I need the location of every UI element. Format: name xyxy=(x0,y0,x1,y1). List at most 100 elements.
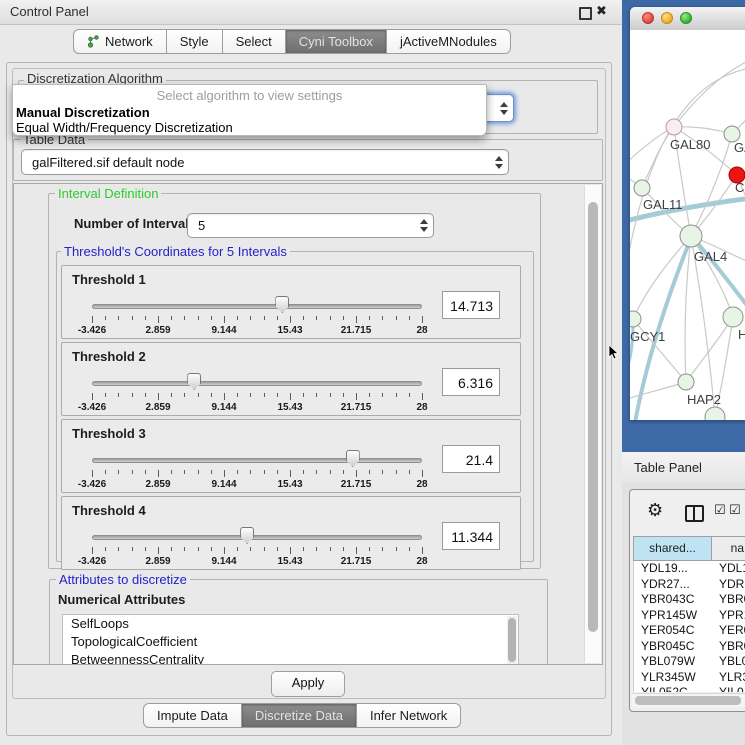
table-row[interactable]: YBR043CYBR0 xyxy=(634,592,745,608)
table-row[interactable]: YER054CYER0 xyxy=(634,623,745,639)
table-row[interactable]: YPR145WYPR1 xyxy=(634,608,745,624)
network-node-hap2[interactable] xyxy=(678,374,694,390)
cell-name[interactable]: YBR0 xyxy=(712,639,745,655)
network-edge[interactable] xyxy=(685,236,691,382)
popup-item-equal-width-frequency[interactable]: Equal Width/Frequency Discretization xyxy=(13,120,486,135)
tab-network[interactable]: Network xyxy=(73,29,167,54)
close-traffic-light-icon[interactable] xyxy=(642,12,654,24)
network-graph[interactable]: GAL80GACGAL11GAL4GCY1HHAP2 xyxy=(630,30,745,420)
network-node-gal4[interactable] xyxy=(680,225,702,247)
popup-item-manual-discretization[interactable]: Manual Discretization xyxy=(13,105,486,120)
slider-track[interactable] xyxy=(92,304,422,309)
threshold-value-field[interactable]: 11.344 xyxy=(442,522,500,550)
tab-impute-data[interactable]: Impute Data xyxy=(143,703,242,728)
tab-select[interactable]: Select xyxy=(222,29,286,54)
tab-infer-network[interactable]: Infer Network xyxy=(356,703,461,728)
threshold-slider[interactable]: -3.4262.8599.14415.4321.71528 xyxy=(92,448,422,488)
scrollbar-thumb[interactable] xyxy=(635,696,741,705)
slider-track[interactable] xyxy=(92,381,422,386)
cell-shared-name[interactable]: YER054C xyxy=(634,623,712,639)
table-horizontal-scrollbar[interactable] xyxy=(632,693,745,707)
network-node[interactable] xyxy=(705,407,725,420)
network-view-window[interactable]: GAL80GACGAL11GAL4GCY1HHAP2 xyxy=(630,7,745,420)
combo-stepper-icon[interactable] xyxy=(495,102,513,115)
gear-icon[interactable]: ⚙ xyxy=(647,500,663,521)
network-node-gcy1[interactable] xyxy=(630,311,641,327)
apply-button[interactable]: Apply xyxy=(271,671,345,697)
attribute-list-scrollbar[interactable] xyxy=(507,616,517,665)
top-tab-bar: Network Style Select Cyni Toolbox jActiv… xyxy=(73,29,511,54)
table-row[interactable]: YBR045CYBR0 xyxy=(634,639,745,655)
cell-shared-name[interactable]: YDL19... xyxy=(634,561,712,577)
threshold-value-field[interactable]: 6.316 xyxy=(442,368,500,396)
table-data-combobox[interactable]: galFiltered.sif default node xyxy=(21,149,509,175)
threshold-value-field[interactable]: 14.713 xyxy=(442,291,500,319)
checkbox-checked-icon[interactable]: ☑ xyxy=(729,503,741,518)
attr-list[interactable]: SelfLoopsTopologicalCoefficientBetweenne… xyxy=(62,614,519,665)
threshold-label: Threshold 2 xyxy=(72,349,146,364)
checkbox-checked-icon[interactable]: ☑ xyxy=(714,503,726,518)
cell-name[interactable]: YPR1 xyxy=(712,608,745,624)
split-columns-icon[interactable] xyxy=(685,505,704,522)
slider-thumb[interactable] xyxy=(187,373,201,390)
network-canvas[interactable]: GAL80GACGAL11GAL4GCY1HHAP2 xyxy=(630,30,745,420)
cell-name[interactable]: YIL0 xyxy=(712,685,744,692)
minimize-traffic-light-icon[interactable] xyxy=(661,12,673,24)
cell-shared-name[interactable]: YBR045C xyxy=(634,639,712,655)
slider-ticks xyxy=(92,547,422,555)
network-edge[interactable] xyxy=(674,60,745,127)
spinner-stepper-icon[interactable] xyxy=(415,219,433,232)
slider-thumb[interactable] xyxy=(240,527,254,544)
slider-track[interactable] xyxy=(92,535,422,540)
table-row[interactable]: YDR27...YDR2 xyxy=(634,577,745,593)
network-node-gal80[interactable] xyxy=(666,119,682,135)
cell-shared-name[interactable]: YBR043C xyxy=(634,592,712,608)
slider-track[interactable] xyxy=(92,458,422,463)
numerical-attribute-item[interactable]: BetweennessCentrality xyxy=(63,651,518,665)
table-row[interactable]: YIL052CYIL0 xyxy=(634,685,745,692)
zoom-traffic-light-icon[interactable] xyxy=(680,12,692,24)
network-edge[interactable] xyxy=(630,127,674,165)
tab-discretize-data-label: Discretize Data xyxy=(255,708,343,723)
number-of-intervals-spinner[interactable]: 5 xyxy=(187,213,434,238)
network-edge[interactable] xyxy=(633,236,691,319)
tab-jactivemnodules[interactable]: jActiveMNodules xyxy=(386,29,511,54)
network-node-gal11[interactable] xyxy=(634,180,650,196)
table-row[interactable]: YLR345WYLR3 xyxy=(634,670,745,686)
numerical-attribute-item[interactable]: TopologicalCoefficient xyxy=(63,633,518,651)
table-row[interactable]: YDL19...YDL1 xyxy=(634,561,745,577)
tab-cyni-toolbox[interactable]: Cyni Toolbox xyxy=(285,29,387,54)
column-header-shared-name[interactable]: shared... xyxy=(633,536,711,561)
cell-name[interactable]: YER0 xyxy=(712,623,745,639)
cell-shared-name[interactable]: YDR27... xyxy=(634,577,712,593)
numerical-attribute-item[interactable]: SelfLoops xyxy=(63,615,518,633)
cell-shared-name[interactable]: YIL052C xyxy=(634,685,712,692)
cell-name[interactable]: YLR3 xyxy=(712,670,745,686)
cell-name[interactable]: YBL0 xyxy=(712,654,745,670)
threshold-slider[interactable]: -3.4262.8599.14415.4321.71528 xyxy=(92,525,422,565)
slider-thumb[interactable] xyxy=(346,450,360,467)
threshold-slider[interactable]: -3.4262.8599.14415.4321.71528 xyxy=(92,371,422,411)
cell-name[interactable]: YDL1 xyxy=(712,561,745,577)
cell-name[interactable]: YDR2 xyxy=(712,577,745,593)
network-edge[interactable] xyxy=(686,317,733,382)
tab-style[interactable]: Style xyxy=(166,29,223,54)
threshold-slider[interactable]: -3.4262.8599.14415.4321.71528 xyxy=(92,294,422,334)
settings-vertical-scrollbar[interactable] xyxy=(584,185,601,663)
network-node-h[interactable] xyxy=(723,307,743,327)
table-body[interactable]: YDL19...YDL1YDR27...YDR2YBR043CYBR0YPR14… xyxy=(633,561,745,692)
cell-name[interactable]: YBR0 xyxy=(712,592,745,608)
threshold-value-field[interactable]: 21.4 xyxy=(442,445,500,473)
scrollbar-thumb[interactable] xyxy=(588,202,598,632)
column-header-name[interactable]: na xyxy=(711,536,745,561)
slider-thumb[interactable] xyxy=(275,296,289,313)
float-window-icon[interactable] xyxy=(579,7,592,20)
cell-shared-name[interactable]: YLR345W xyxy=(634,670,712,686)
table-row[interactable]: YBL079WYBL0 xyxy=(634,654,745,670)
combo-stepper-icon[interactable] xyxy=(490,156,508,169)
close-icon[interactable]: ✖ xyxy=(596,4,607,19)
tab-discretize-data[interactable]: Discretize Data xyxy=(241,703,357,728)
tick-label: 15.43 xyxy=(277,402,302,413)
cell-shared-name[interactable]: YPR145W xyxy=(634,608,712,624)
cell-shared-name[interactable]: YBL079W xyxy=(634,654,712,670)
